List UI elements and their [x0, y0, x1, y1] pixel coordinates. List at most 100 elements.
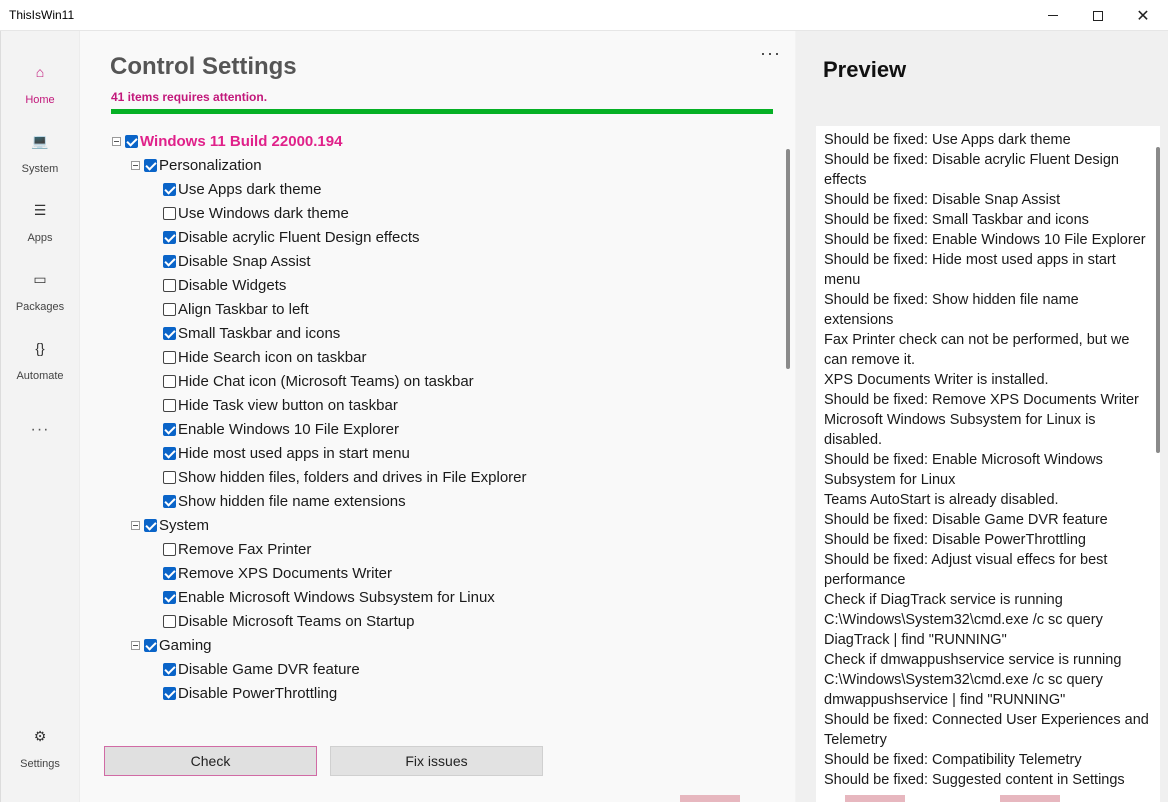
- tree-item-label: Disable acrylic Fluent Design effects: [178, 228, 420, 246]
- nav-item-packages[interactable]: ▭ Packages: [1, 268, 79, 326]
- nav-item-system[interactable]: 💻 System: [1, 130, 79, 188]
- preview-line: Should be fixed: Show hidden file name: [824, 292, 1079, 308]
- checkbox[interactable]: [163, 206, 176, 220]
- checkbox[interactable]: [163, 662, 176, 676]
- tree-group[interactable]: Gaming: [131, 633, 212, 657]
- checkbox[interactable]: [163, 422, 176, 436]
- checkbox[interactable]: [125, 134, 138, 148]
- checkbox[interactable]: [163, 614, 176, 628]
- preview-line: performance: [824, 572, 906, 588]
- more-options-button[interactable]: ···: [760, 43, 781, 64]
- tree-item[interactable]: Hide most used apps in start menu: [163, 441, 410, 465]
- preview-line: Should be fixed: Suggested content in Se…: [824, 772, 1125, 788]
- nav-item-label: Home: [25, 94, 55, 106]
- maximize-button[interactable]: [1075, 0, 1121, 31]
- tree-item-label: Hide Search icon on taskbar: [178, 348, 367, 366]
- tree-item[interactable]: Disable Microsoft Teams on Startup: [163, 609, 415, 633]
- collapse-toggle[interactable]: [131, 640, 140, 650]
- preview-log: Should be fixed: Use Apps dark theme Shou…: [816, 126, 1160, 802]
- preview-line: DiagTrack | find "RUNNING": [824, 632, 1007, 648]
- preview-line: C:\Windows\System32\cmd.exe /c sc query: [824, 612, 1103, 628]
- collapse-toggle[interactable]: [131, 520, 140, 530]
- home-icon: ⌂: [35, 64, 45, 80]
- checkbox[interactable]: [163, 566, 176, 580]
- tree-item[interactable]: Disable acrylic Fluent Design effects: [163, 225, 420, 249]
- checkbox[interactable]: [163, 230, 176, 244]
- collapse-toggle[interactable]: [131, 160, 140, 170]
- minimize-button[interactable]: [1030, 0, 1076, 31]
- braces-icon: {}: [35, 340, 45, 356]
- checkbox[interactable]: [163, 374, 176, 388]
- tree-item[interactable]: Remove XPS Documents Writer: [163, 561, 392, 585]
- checkbox[interactable]: [144, 158, 157, 172]
- tree-item[interactable]: Show hidden files, folders and drives in…: [163, 465, 527, 489]
- checkbox[interactable]: [163, 590, 176, 604]
- tree-item[interactable]: Use Windows dark theme: [163, 201, 349, 225]
- preview-line: Check if dmwappushservice service is run…: [824, 652, 1122, 668]
- preview-line: Should be fixed: Disable Game DVR featur…: [824, 512, 1108, 528]
- checkbox[interactable]: [163, 494, 176, 508]
- collapse-toggle[interactable]: [112, 136, 121, 146]
- tree-group[interactable]: Personalization: [131, 153, 262, 177]
- preview-line: Should be fixed: Adjust visual effecs fo…: [824, 552, 1108, 568]
- checkbox[interactable]: [144, 638, 157, 652]
- preview-line: Should be fixed: Small Taskbar and icons: [824, 212, 1089, 228]
- checkbox[interactable]: [163, 302, 176, 316]
- settings-tree: Windows 11 Build 22000.194 Personalizatio…: [110, 129, 780, 709]
- preview-scrollbar[interactable]: [1156, 147, 1160, 453]
- minimize-icon: [1048, 15, 1058, 16]
- tree-item[interactable]: Enable Microsoft Windows Subsystem for L…: [163, 585, 495, 609]
- checkbox[interactable]: [163, 542, 176, 556]
- checkbox[interactable]: [163, 326, 176, 340]
- tree-item[interactable]: Disable Widgets: [163, 273, 286, 297]
- gear-icon: ⚙: [33, 728, 47, 744]
- preview-line: Should be fixed: Disable acrylic Fluent …: [824, 152, 1119, 168]
- tree-item[interactable]: Disable PowerThrottling: [163, 681, 337, 705]
- checkbox[interactable]: [163, 278, 176, 292]
- tree-item[interactable]: Remove Fax Printer: [163, 537, 311, 561]
- tree-item[interactable]: Enable Windows 10 File Explorer: [163, 417, 399, 441]
- close-button[interactable]: ✕: [1120, 0, 1166, 31]
- tree-item[interactable]: Disable Game DVR feature: [163, 657, 360, 681]
- left-navigation: ⌂ Home 💻 System ☰ Apps ▭ Packages {} Aut…: [0, 31, 78, 802]
- tree-item[interactable]: Show hidden file name extensions: [163, 489, 406, 513]
- preview-line: Check if DiagTrack service is running: [824, 592, 1063, 608]
- nav-item-settings[interactable]: ⚙ Settings: [1, 725, 79, 783]
- checkbox[interactable]: [163, 182, 176, 196]
- checkbox[interactable]: [163, 254, 176, 268]
- nav-item-apps[interactable]: ☰ Apps: [1, 199, 79, 257]
- preview-line: disabled.: [824, 432, 883, 448]
- main-content: Control Settings ··· 41 items requires a…: [79, 31, 795, 802]
- checkbox[interactable]: [163, 350, 176, 364]
- window-title: ThisIsWin11: [9, 8, 75, 22]
- tree-item[interactable]: Hide Task view button on taskbar: [163, 393, 398, 417]
- nav-item-automate[interactable]: {} Automate: [1, 337, 79, 395]
- fix-issues-button[interactable]: Fix issues: [330, 746, 543, 776]
- tree-root[interactable]: Windows 11 Build 22000.194: [112, 129, 342, 153]
- tree-item[interactable]: Use Apps dark theme: [163, 177, 321, 201]
- preview-line: Should be fixed: Remove XPS Documents Wr…: [824, 392, 1139, 408]
- check-button[interactable]: Check: [104, 746, 317, 776]
- tree-item-label: Hide Task view button on taskbar: [178, 396, 398, 414]
- checkbox[interactable]: [163, 446, 176, 460]
- tree-item-label: Gaming: [159, 636, 212, 654]
- nav-item-label: Apps: [27, 232, 53, 244]
- tree-scrollbar[interactable]: [786, 149, 790, 369]
- checkbox[interactable]: [163, 398, 176, 412]
- checkbox[interactable]: [163, 686, 176, 700]
- preview-line: Should be fixed: Use Apps dark theme: [824, 132, 1071, 148]
- tree-item[interactable]: Hide Search icon on taskbar: [163, 345, 366, 369]
- package-icon: ▭: [33, 271, 47, 287]
- nav-more-button[interactable]: ···: [1, 421, 79, 439]
- checkbox[interactable]: [144, 518, 157, 532]
- tree-item[interactable]: Align Taskbar to left: [163, 297, 309, 321]
- nav-item-home[interactable]: ⌂ Home: [1, 61, 79, 119]
- tree-item[interactable]: Hide Chat icon (Microsoft Teams) on task…: [163, 369, 474, 393]
- preview-line: Subsystem for Linux: [824, 472, 956, 488]
- tree-group[interactable]: System: [131, 513, 209, 537]
- checkbox[interactable]: [163, 470, 176, 484]
- tree-item[interactable]: Small Taskbar and icons: [163, 321, 340, 345]
- tree-item[interactable]: Disable Snap Assist: [163, 249, 311, 273]
- preview-line: Should be fixed: Disable PowerThrottling: [824, 532, 1086, 548]
- tree-item-label: Hide Chat icon (Microsoft Teams) on task…: [178, 372, 474, 390]
